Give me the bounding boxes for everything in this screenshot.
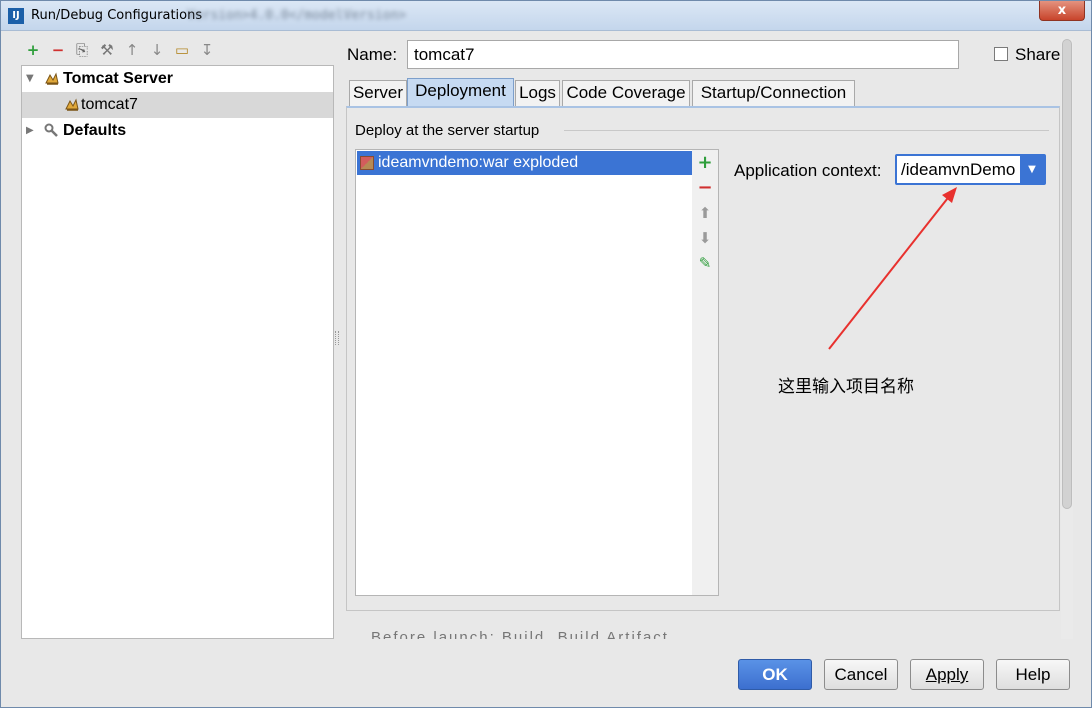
edit-icon[interactable]: ✎ — [697, 255, 713, 271]
title-bar[interactable]: IJ Run/Debug Configurations Version>4.0.… — [1, 1, 1091, 31]
tab-server[interactable]: Server — [349, 80, 407, 106]
run-debug-dialog: IJ Run/Debug Configurations Version>4.0.… — [0, 0, 1092, 708]
cancel-button[interactable]: Cancel — [824, 659, 898, 690]
name-label: Name: — [347, 45, 398, 64]
deploy-group-title: Deploy at the server startup — [355, 122, 540, 139]
artifact-label: ideamvndemo:war exploded — [378, 154, 579, 171]
apply-button[interactable]: Apply — [910, 659, 984, 690]
panel-splitter[interactable] — [335, 331, 339, 345]
tomcat-icon — [65, 98, 79, 111]
config-toolbar: + − ⎘ ⚒ ↑ ↓ ▭ ↧ — [21, 39, 333, 63]
artifact-list[interactable]: ideamvndemo:war exploded — [355, 149, 693, 596]
artifact-icon — [360, 156, 374, 170]
add-icon[interactable]: + — [24, 41, 42, 59]
before-launch-label: Before launch: Build, Build Artifact — [371, 629, 669, 639]
folder-icon[interactable]: ▭ — [173, 41, 191, 59]
expand-arrow-icon[interactable]: ▼ — [26, 66, 34, 92]
move-up-icon[interactable]: ↑ — [123, 41, 141, 59]
sort-icon[interactable]: ↧ — [198, 41, 216, 59]
group-divider — [564, 130, 1049, 131]
move-up-icon[interactable]: ⬆ — [697, 205, 713, 221]
tree-label: Tomcat Server — [63, 70, 173, 87]
share-label[interactable]: Share — [1015, 45, 1060, 65]
tree-label: tomcat7 — [81, 96, 138, 113]
wrench-icon — [44, 123, 58, 137]
tab-deployment[interactable]: Deployment — [407, 78, 514, 106]
tomcat-icon — [45, 72, 59, 85]
chevron-down-icon[interactable]: ▼ — [1020, 156, 1044, 183]
application-context-combobox[interactable]: /ideamvnDemo ▼ — [895, 154, 1046, 185]
name-field[interactable] — [407, 40, 959, 69]
help-button[interactable]: Help — [996, 659, 1070, 690]
move-down-icon[interactable]: ⬇ — [697, 230, 713, 246]
edit-defaults-icon[interactable]: ⚒ — [98, 41, 116, 59]
close-button[interactable]: x — [1039, 1, 1085, 21]
application-context-label: Application context: — [734, 161, 882, 180]
list-item[interactable]: ideamvndemo:war exploded — [357, 151, 692, 175]
tree-item-defaults[interactable]: ▶ Defaults — [22, 118, 333, 144]
artifact-actions: + − ⬆ ⬇ ✎ — [692, 149, 719, 596]
tree-item-tomcat7[interactable]: tomcat7 — [22, 92, 333, 118]
window-title: Run/Debug Configurations — [31, 8, 203, 23]
scroll-thumb[interactable] — [1062, 39, 1072, 509]
tab-startup-connection[interactable]: Startup/Connection — [692, 80, 855, 106]
config-tree[interactable]: ▼ Tomcat Server tomcat7 ▶ Defaults — [21, 65, 334, 639]
remove-icon[interactable]: − — [49, 41, 67, 59]
ok-button[interactable]: OK — [738, 659, 812, 690]
intellij-logo-icon: IJ — [8, 8, 24, 24]
share-checkbox[interactable] — [994, 47, 1008, 61]
tab-logs[interactable]: Logs — [515, 80, 560, 106]
scrollbar[interactable] — [1061, 39, 1073, 639]
application-context-value[interactable]: /ideamvnDemo — [901, 160, 1021, 180]
add-icon[interactable]: + — [697, 154, 713, 172]
tree-label: Defaults — [63, 122, 127, 139]
copy-icon[interactable]: ⎘ — [73, 41, 91, 59]
move-down-icon[interactable]: ↓ — [148, 41, 166, 59]
collapse-arrow-icon[interactable]: ▶ — [26, 118, 34, 144]
window-title-blurred: Version>4.0.0</modelVersion> — [187, 8, 407, 23]
remove-icon[interactable]: − — [697, 179, 713, 197]
annotation-text: 这里输入项目名称 — [778, 377, 914, 397]
tree-item-tomcat-server[interactable]: ▼ Tomcat Server — [22, 66, 333, 92]
tab-code-coverage[interactable]: Code Coverage — [562, 80, 690, 106]
